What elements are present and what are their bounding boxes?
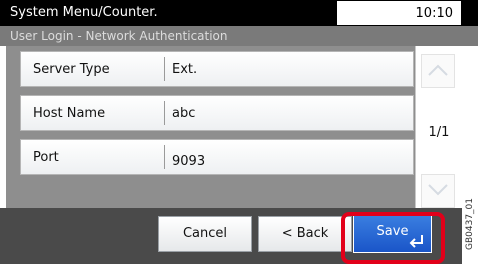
setting-label: Port xyxy=(33,150,59,165)
setting-value: 9093 xyxy=(172,154,206,169)
screen: System Menu/Counter. 10:10 User Login - … xyxy=(0,0,478,264)
setting-value: Ext. xyxy=(172,62,198,77)
sub-title-bar: User Login - Network Authentication xyxy=(0,26,478,46)
setting-label: Server Type xyxy=(33,62,110,77)
setting-row-server-type[interactable]: Server Type Ext. xyxy=(20,51,414,87)
figure-code: GB0437_01 xyxy=(465,197,475,250)
figure-code-strip: GB0437_01 xyxy=(462,198,478,264)
scroll-down-button[interactable] xyxy=(421,174,455,208)
title-bar: System Menu/Counter. 10:10 xyxy=(0,0,478,26)
chevron-up-icon xyxy=(428,64,448,76)
row-divider xyxy=(164,145,165,169)
scroll-up-button[interactable] xyxy=(421,54,455,88)
sub-title: User Login - Network Authentication xyxy=(10,29,228,43)
cancel-button[interactable]: Cancel xyxy=(158,216,252,252)
clock-area: 10:10 xyxy=(336,0,462,26)
list-scroller: 1/1 xyxy=(415,46,462,208)
save-highlight-frame xyxy=(341,212,445,264)
clock: 10:10 xyxy=(415,6,453,21)
row-divider xyxy=(164,101,165,125)
setting-value: abc xyxy=(172,106,196,121)
chevron-down-icon xyxy=(428,184,448,196)
screen-title: System Menu/Counter. xyxy=(10,5,158,20)
row-divider xyxy=(164,57,165,81)
setting-row-host-name[interactable]: Host Name abc xyxy=(20,95,414,131)
page-indicator: 1/1 xyxy=(428,125,450,140)
setting-label: Host Name xyxy=(33,106,106,121)
back-button[interactable]: < Back xyxy=(258,216,352,252)
setting-row-port[interactable]: Port 9093 xyxy=(20,139,414,175)
settings-list: Server Type Ext. Host Name abc Port 9093 xyxy=(6,46,415,208)
